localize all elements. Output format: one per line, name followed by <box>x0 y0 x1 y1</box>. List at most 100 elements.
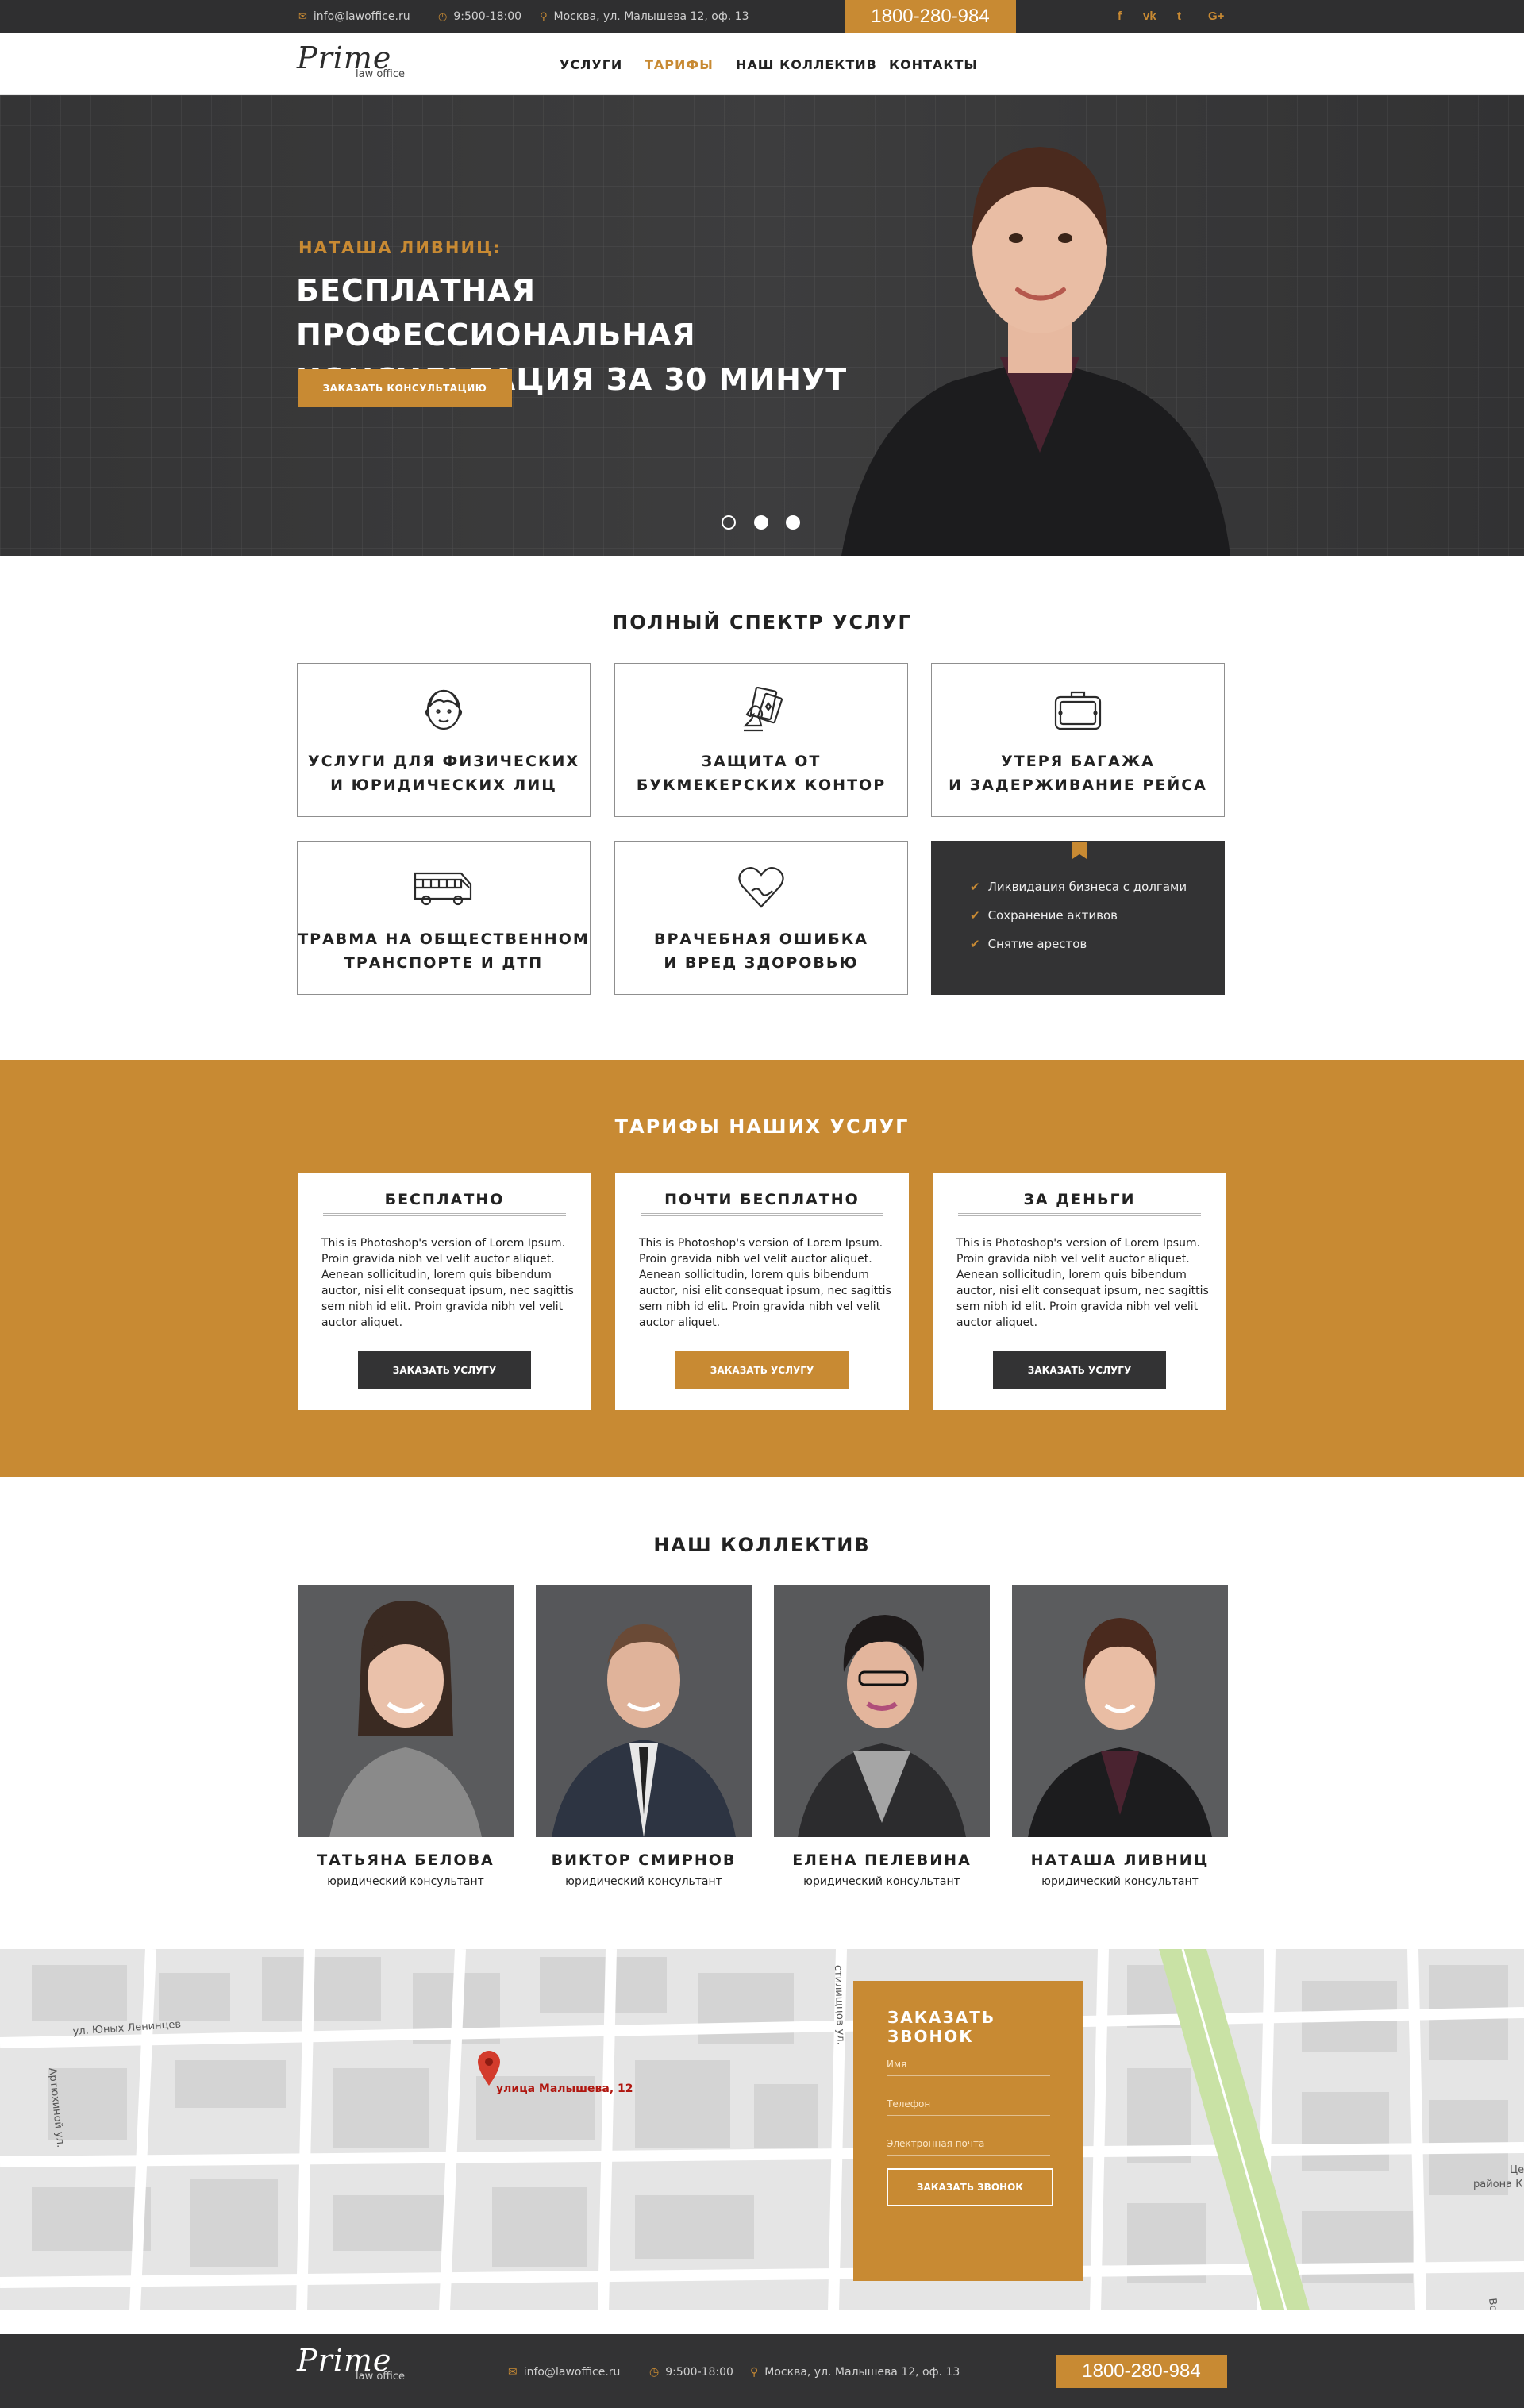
vk-icon[interactable]: vk <box>1143 10 1156 23</box>
bookmark-icon <box>1072 842 1087 859</box>
service-card-extra[interactable]: ✔ Ликвидация бизнеса с долгами ✔ Сохранени… <box>931 841 1225 995</box>
check-icon: ✔ <box>970 908 980 923</box>
tariff-description: This is Photoshop's version of Lorem Ips… <box>321 1237 574 1329</box>
member-name: НАТАША ЛИВНИЦ <box>1030 1851 1210 1869</box>
nav-item-team[interactable]: НАШ КОЛЛЕКТИВ <box>736 57 877 72</box>
check-icon: ✔ <box>970 880 980 894</box>
mail-icon: ✉ <box>298 10 307 23</box>
member-role: юридический консультант <box>803 1875 960 1888</box>
nav-item-tariffs[interactable]: ТАРИФЫ <box>645 57 714 72</box>
heart-icon <box>738 866 784 908</box>
topbar-email[interactable]: ✉ info@lawoffice.ru <box>298 10 410 23</box>
svg-text:Вол: Вол <box>1486 2298 1500 2310</box>
slider-dot-2[interactable] <box>754 515 768 530</box>
slider-dot-3[interactable] <box>786 515 800 530</box>
member-name: ТАТЬЯНА БЕЛОВА <box>317 1851 495 1869</box>
list-item: ✔ Сохранение активов <box>970 908 1187 923</box>
hero-slider: НАТАША ЛИВНИЦ: БЕСПЛАТНАЯ ПРОФЕССИОНАЛЬН… <box>0 95 1524 556</box>
service-label-line2: ТРАНСПОРТЕ И ДТП <box>344 954 544 972</box>
nav-item-contacts[interactable]: КОНТАКТЫ <box>889 57 978 72</box>
tariffs-title: ТАРИФЫ НАШИХ УСЛУГ <box>614 1115 910 1138</box>
service-label-line1: УТЕРЯ БАГАЖА <box>1001 753 1155 770</box>
footer-email[interactable]: ✉ info@lawoffice.ru <box>508 2366 620 2379</box>
list-item-text: Снятие арестов <box>987 937 1087 951</box>
tariff-name: ЗА ДЕНЬГИ <box>958 1191 1201 1216</box>
location-map[interactable]: ул. Юных Ленинцев Артюхиной ул. стилищцо… <box>0 1949 1524 2310</box>
footer-address-text: Москва, ул. Малышева 12, оф. 13 <box>764 2366 960 2379</box>
service-label-line2: БУКМЕКЕРСКИХ КОНТОР <box>636 776 887 794</box>
name-field[interactable]: Имя <box>887 2054 1050 2076</box>
map-pin-icon[interactable] <box>476 2049 502 2087</box>
logo-subtitle: law office <box>356 2371 406 2383</box>
order-service-button[interactable]: ЗАКАЗАТЬ УСЛУГУ <box>675 1351 849 1389</box>
service-label-line1: ЗАЩИТА ОТ <box>701 753 822 770</box>
callback-form-title: ЗАКАЗАТЬ ЗВОНОК <box>887 2008 996 2046</box>
service-label-line2: И ЗАДЕРЖИВАНИЕ РЕЙСА <box>949 776 1207 794</box>
service-card-bookmakers[interactable]: ЗАЩИТА ОТ БУКМЕКЕРСКИХ КОНТОР <box>614 663 908 817</box>
map-background: ул. Юных Ленинцев Артюхиной ул. стилищцо… <box>0 1949 1524 2310</box>
service-label-line1: УСЛУГИ ДЛЯ ФИЗИЧЕСКИХ <box>307 753 580 770</box>
location-pin-icon: ⚲ <box>540 10 548 23</box>
google-plus-icon[interactable]: G+ <box>1208 10 1224 23</box>
suitcase-icon <box>1054 691 1102 730</box>
clock-icon: ◷ <box>649 2366 660 2379</box>
main-nav-bar: Prime law office УСЛУГИ ТАРИФЫ НАШ КОЛЛЕ… <box>0 33 1524 95</box>
extra-services-list: ✔ Ликвидация бизнеса с долгами ✔ Сохранени… <box>970 880 1187 965</box>
mail-icon: ✉ <box>508 2366 518 2379</box>
service-label-line1: ВРАЧЕБНАЯ ОШИБКА <box>653 930 869 948</box>
facebook-icon[interactable]: f <box>1118 10 1122 23</box>
order-service-button[interactable]: ЗАКАЗАТЬ УСЛУГУ <box>993 1351 1166 1389</box>
team-member: ВИКТОР СМИРНОВ юридический консультант <box>536 1585 752 1888</box>
topbar-phone[interactable]: 1800-280-984 <box>845 0 1016 33</box>
footer: Prime law office ✉ info@lawoffice.ru ◷ 9… <box>0 2334 1524 2408</box>
check-icon: ✔ <box>970 937 980 951</box>
team-member: ЕЛЕНА ПЕЛЕВИНА юридический консультант <box>774 1585 990 1888</box>
footer-hours: ◷ 9:500-18:00 <box>649 2366 733 2379</box>
member-role: юридический консультант <box>1041 1875 1199 1888</box>
topbar-address-text: Москва, ул. Малышева 12, оф. 13 <box>553 10 749 23</box>
service-card-baggage[interactable]: УТЕРЯ БАГАЖА И ЗАДЕРЖИВАНИЕ РЕЙСА <box>931 663 1225 817</box>
service-label-line2: И ЮРИДИЧЕСКИХ ЛИЦ <box>330 776 557 794</box>
footer-hours-text: 9:500-18:00 <box>665 2366 733 2379</box>
tariff-card-free: БЕСПЛАТНО This is Photoshop's version of… <box>298 1173 591 1410</box>
tariff-card-almost-free: ПОЧТИ БЕСПЛАТНО This is Photoshop's vers… <box>615 1173 909 1410</box>
member-photo <box>298 1585 514 1837</box>
services-title: ПОЛНЫЙ СПЕКТР УСЛУГ <box>612 611 912 634</box>
team-member: ТАТЬЯНА БЕЛОВА юридический консультант <box>298 1585 514 1888</box>
team-member: НАТАША ЛИВНИЦ юридический консультант <box>1012 1585 1228 1888</box>
topbar-address: ⚲ Москва, ул. Малышева 12, оф. 13 <box>540 10 749 23</box>
service-card-transport[interactable]: ТРАВМА НА ОБЩЕСТВЕННОМ ТРАНСПОРТЕ И ДТП <box>297 841 591 995</box>
tariffs-section: ТАРИФЫ НАШИХ УСЛУГ БЕСПЛАТНО This is Pho… <box>0 1060 1524 1477</box>
slider-dot-1[interactable] <box>722 515 736 530</box>
map-pin-label: улица Малышева, 12 <box>496 2082 633 2095</box>
list-item: ✔ Снятие арестов <box>970 937 1187 951</box>
email-field[interactable]: Электронная почта <box>887 2133 1050 2156</box>
service-card-individuals[interactable]: УСЛУГИ ДЛЯ ФИЗИЧЕСКИХ И ЮРИДИЧЕСКИХ ЛИЦ <box>297 663 591 817</box>
tariff-name: ПОЧТИ БЕСПЛАТНО <box>641 1191 883 1216</box>
bus-icon <box>414 872 472 906</box>
order-service-button[interactable]: ЗАКАЗАТЬ УСЛУГУ <box>358 1351 531 1389</box>
svg-text:района К: района К <box>1473 2179 1522 2190</box>
top-bar: ✉ info@lawoffice.ru ◷ 9:500-18:00 ⚲ Моск… <box>0 0 1524 33</box>
service-card-medical[interactable]: ВРАЧЕБНАЯ ОШИБКА И ВРЕД ЗДОРОВЬЮ <box>614 841 908 995</box>
list-item-text: Ликвидация бизнеса с долгами <box>987 880 1187 894</box>
person-icon <box>425 689 463 730</box>
callback-form: ЗАКАЗАТЬ ЗВОНОК Имя Телефон Электронная … <box>853 1981 1083 2281</box>
twitter-icon[interactable]: t <box>1177 10 1181 23</box>
nav-item-services[interactable]: УСЛУГИ <box>560 57 622 72</box>
topbar-hours: ◷ 9:500-18:00 <box>438 10 521 23</box>
order-callback-button[interactable]: ЗАКАЗАТЬ ЗВОНОК <box>887 2168 1053 2206</box>
topbar-hours-text: 9:500-18:00 <box>453 10 522 23</box>
topbar-email-text: info@lawoffice.ru <box>313 10 410 23</box>
phone-field[interactable]: Телефон <box>887 2094 1050 2116</box>
logo[interactable]: Prime law office <box>297 43 405 80</box>
footer-logo[interactable]: Prime law office <box>297 2345 405 2383</box>
service-label-line2: И ВРЕД ЗДОРОВЬЮ <box>664 954 859 972</box>
hero-subtitle: НАТАША ЛИВНИЦ: <box>298 238 502 257</box>
order-consultation-button[interactable]: ЗАКАЗАТЬ КОНСУЛЬТАЦИЮ <box>298 369 512 407</box>
tariff-card-paid: ЗА ДЕНЬГИ This is Photoshop's version of… <box>933 1173 1226 1410</box>
tariff-description: This is Photoshop's version of Lorem Ips… <box>639 1237 891 1329</box>
footer-phone[interactable]: 1800-280-984 <box>1056 2355 1227 2388</box>
tariff-name: БЕСПЛАТНО <box>323 1191 566 1216</box>
member-photo <box>536 1585 752 1837</box>
